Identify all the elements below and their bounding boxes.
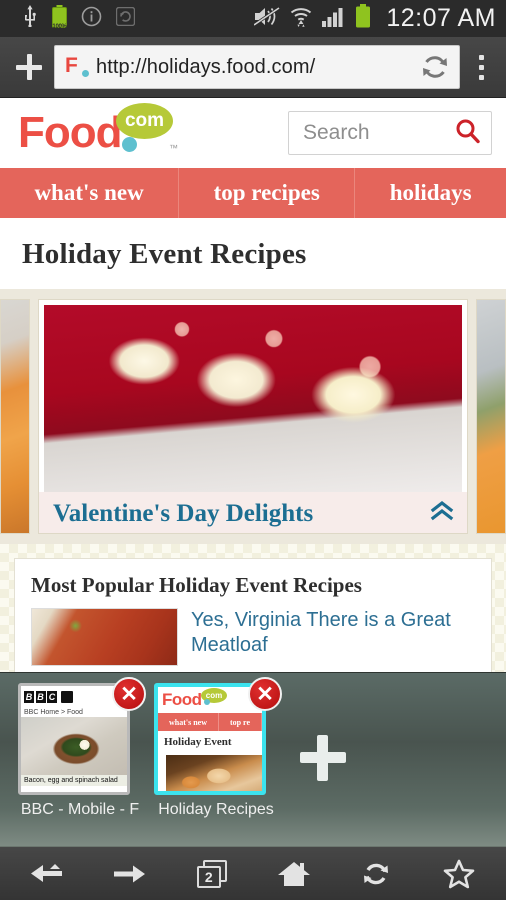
tab-item-bbc[interactable]: B B C BBC Home > Food Bacon, egg and spi… [18, 677, 146, 819]
url-bar[interactable]: F http://holidays.food.com/ [54, 45, 460, 89]
battery-percent-label: 100% [52, 23, 67, 30]
tabs-button[interactable]: 2 [183, 852, 241, 896]
battery-icon [355, 4, 371, 33]
bbc-header: B B C [21, 686, 127, 708]
popular-section: Most Popular Holiday Event Recipes Yes, … [0, 544, 506, 684]
food-preview-dot-icon [204, 699, 210, 705]
url-text[interactable]: http://holidays.food.com/ [96, 56, 419, 79]
tab-label-foodcom: Holiday Recipes [158, 801, 274, 818]
tab-strip[interactable]: B B C BBC Home > Food Bacon, egg and spi… [0, 673, 506, 846]
browser-toolbar: F http://holidays.food.com/ [0, 37, 506, 98]
tab-item-foodcom[interactable]: Food com what's new top re Holiday Event… [154, 677, 282, 819]
signal-icon [322, 6, 346, 32]
chevron-double-up-icon[interactable] [429, 500, 455, 527]
tab-switcher-overlay: B B C BBC Home > Food Bacon, egg and spi… [0, 672, 506, 846]
bbc-image-caption: Bacon, egg and spinach salad [21, 775, 127, 786]
nav-item-holidays[interactable]: holidays [355, 168, 506, 218]
carousel-card-next[interactable] [476, 299, 506, 534]
recipe-link[interactable]: Yes, Virginia There is a Great Meatloaf [191, 608, 475, 666]
carousel-next-thumbnail [477, 300, 505, 533]
sync-icon [115, 6, 136, 31]
carousel-previous-thumbnail [1, 300, 29, 533]
clock-label: 12:07 AM [386, 4, 496, 32]
bbc-logo-letter: C [47, 691, 57, 703]
add-tab-button[interactable] [300, 735, 346, 781]
bbc-logo-letter: B [24, 691, 34, 703]
carousel-caption-title: Valentine's Day Delights [53, 499, 314, 527]
status-left-icons: 100% [10, 4, 136, 33]
mute-icon [253, 6, 281, 32]
bbc-logo-letter: B [35, 691, 46, 703]
logo-teal-dot-icon [122, 137, 137, 152]
browser-bottom-toolbar: 2 [0, 846, 506, 900]
info-icon [81, 6, 102, 32]
logo-bubble-text: com [124, 110, 165, 131]
bbc-breadcrumb: BBC Home > Food [21, 708, 127, 717]
carousel-card-active[interactable]: Valentine's Day Delights [38, 299, 468, 534]
back-button[interactable] [18, 852, 76, 896]
android-status-bar: 100% 12:07 AM [0, 0, 506, 37]
favicon-letter: F [65, 54, 78, 77]
food-preview-title: Holiday Event [158, 731, 262, 753]
site-header: Food com ™ Search [0, 98, 506, 168]
list-item[interactable]: Yes, Virginia There is a Great Meatloaf [31, 608, 475, 666]
food-preview-image [166, 755, 262, 791]
home-button[interactable] [265, 852, 323, 896]
food-preview-wordmark: Food [162, 690, 202, 709]
logo-wordmark: Food [18, 108, 123, 157]
favicon-dot-icon [82, 70, 89, 77]
menu-dot [478, 74, 484, 80]
bbc-logo-icon: B B C [24, 691, 57, 703]
search-icon[interactable] [455, 118, 481, 149]
usb-icon [22, 5, 38, 32]
carousel-card-previous[interactable] [0, 299, 30, 534]
bbc-salad-image [21, 717, 127, 775]
logo-speech-bubble-icon: com [116, 103, 173, 139]
site-favicon-icon: F [65, 54, 89, 79]
refresh-button[interactable] [347, 852, 405, 896]
close-icon[interactable]: ✕ [248, 677, 282, 711]
nav-item-top-recipes[interactable]: top recipes [179, 168, 356, 218]
carousel-photo-cupcakes [44, 305, 462, 492]
status-right-icons: 12:07 AM [253, 4, 496, 33]
search-input[interactable]: Search [303, 121, 455, 145]
tab-count-badge: 2 [196, 865, 221, 888]
battery-charging-icon: 100% [52, 4, 67, 33]
food-preview-nav: what's new top re [158, 713, 262, 731]
recipe-thumbnail[interactable] [31, 608, 178, 666]
menu-dot [478, 64, 484, 70]
close-icon[interactable]: ✕ [112, 677, 146, 711]
logo-trademark: ™ [169, 143, 178, 153]
page-title: Holiday Event Recipes [22, 238, 307, 270]
popular-card: Most Popular Holiday Event Recipes Yes, … [14, 558, 492, 684]
carousel-caption: Valentine's Day Delights [39, 492, 467, 533]
new-tab-button[interactable] [8, 46, 50, 88]
wifi-icon [289, 6, 313, 32]
search-box[interactable]: Search [288, 111, 492, 155]
food-preview-logo: Food com [158, 687, 262, 713]
overflow-menu-icon[interactable] [464, 45, 498, 89]
bbc-menu-icon [61, 691, 73, 703]
reload-icon[interactable] [419, 51, 451, 83]
menu-dot [478, 54, 484, 60]
site-nav: what's new top recipes holidays [0, 168, 506, 218]
food-preview-nav-item: what's new [158, 713, 219, 731]
popular-heading: Most Popular Holiday Event Recipes [31, 573, 362, 597]
holiday-carousel: Valentine's Day Delights [0, 289, 506, 544]
bookmark-button[interactable] [430, 852, 488, 896]
food-com-logo[interactable]: Food com ™ [18, 103, 178, 157]
food-preview-nav-item: top re [219, 713, 262, 731]
tab-label-bbc: BBC - Mobile - F [20, 801, 140, 818]
forward-button[interactable] [100, 852, 158, 896]
nav-item-whats-new[interactable]: what's new [0, 168, 180, 218]
tabs-icon: 2 [196, 859, 227, 888]
